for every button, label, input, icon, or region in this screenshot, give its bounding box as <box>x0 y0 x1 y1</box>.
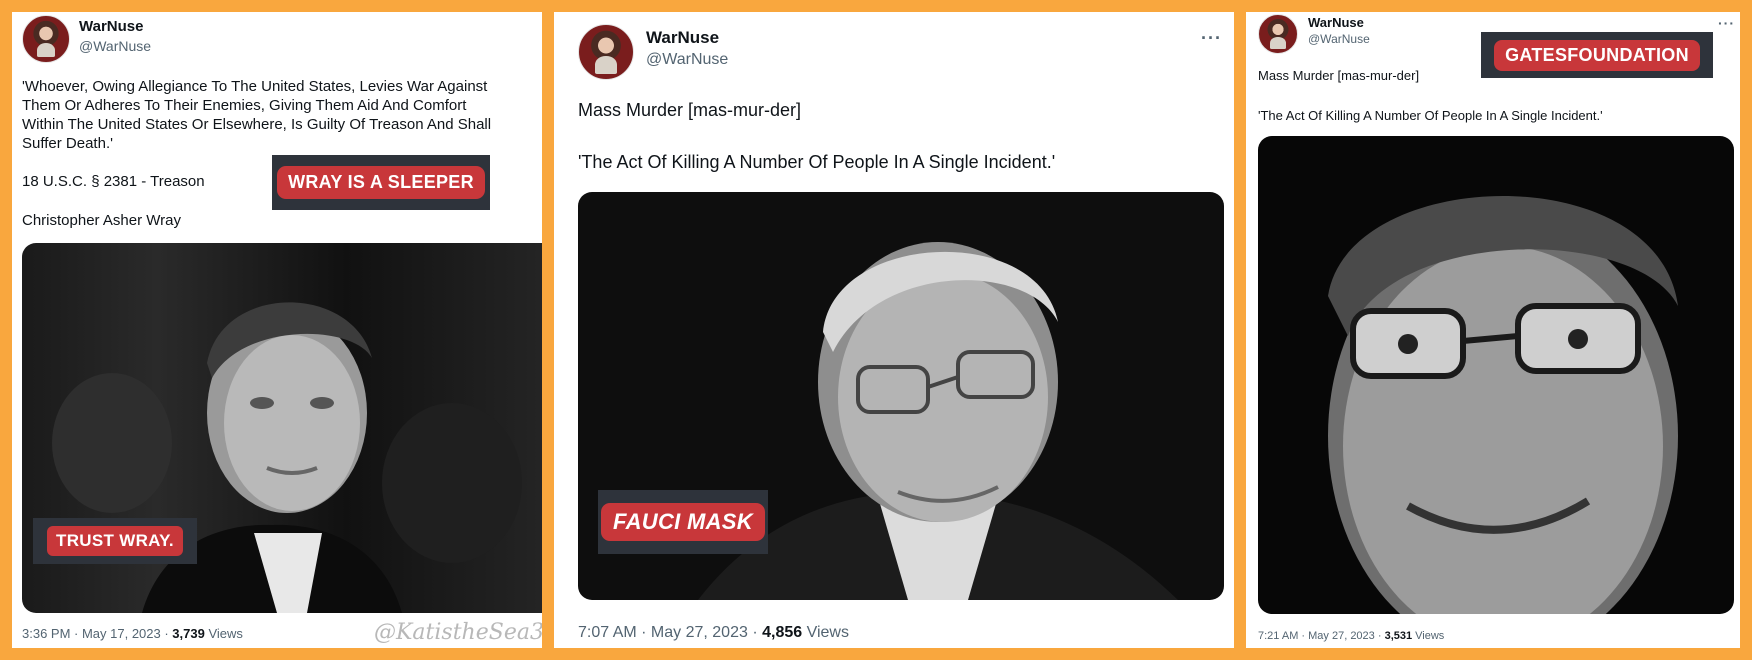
tweet-card-2: WarNuse @WarNuse ··· Mass Murder [mas-mu… <box>554 12 1234 648</box>
watermark: @KatistheSea3 <box>374 620 542 645</box>
timestamp-text: 7:21 AM · May 27, 2023 · <box>1258 630 1385 642</box>
overlay-label-top: WRAY IS A SLEEPER <box>272 155 490 210</box>
tweet-citation: 18 U.S.C. § 2381 - Treason <box>22 173 205 190</box>
more-options-icon[interactable]: ··· <box>1201 28 1222 49</box>
more-options-icon[interactable]: ··· <box>1718 15 1735 31</box>
tweet-title-line: Mass Murder [mas-mur-der] <box>578 100 802 120</box>
timestamp-text: 7:07 AM · May 27, 2023 · <box>578 624 763 641</box>
tweet-person-name: Christopher Asher Wray <box>22 212 181 229</box>
username[interactable]: @WarNuse <box>646 51 728 69</box>
tweet-card-1: WarNuse @WarNuse 'Whoever, Owing Allegia… <box>12 12 542 648</box>
tweet-photo[interactable] <box>1258 136 1734 614</box>
overlay-label-text: GATESFOUNDATION <box>1494 39 1700 71</box>
tweet-title-line: Mass Murder [mas-mur-der] <box>1258 68 1420 83</box>
tweet-definition-line: 'The Act Of Killing A Number Of People I… <box>578 152 1056 172</box>
overlay-label-bottom: TRUST WRAY. <box>33 518 197 564</box>
username[interactable]: @WarNuse <box>1308 32 1370 46</box>
display-name[interactable]: WarNuse <box>1308 15 1364 30</box>
tweet-card-3: WarNuse @WarNuse ··· GATESFOUNDATION Mas… <box>1246 12 1740 648</box>
display-name[interactable]: WarNuse <box>646 28 719 48</box>
tweet-timestamp[interactable]: 3:36 PM · May 17, 2023 · 3,739 Views <box>22 626 243 641</box>
tweet-timestamp[interactable]: 7:21 AM · May 27, 2023 · 3,531 Views <box>1258 630 1444 642</box>
overlay-label: FAUCI MASK <box>598 490 768 554</box>
overlay-label: GATESFOUNDATION <box>1481 32 1713 78</box>
avatar[interactable] <box>1258 14 1298 54</box>
tweet-timestamp[interactable]: 7:07 AM · May 27, 2023 · 4,856 Views <box>578 624 849 642</box>
tweet-definition-line: 'The Act Of Killing A Number Of People I… <box>1258 108 1603 123</box>
overlay-label-text: FAUCI MASK <box>601 503 765 541</box>
views-label: Views <box>802 624 849 641</box>
timestamp-text: 3:36 PM · May 17, 2023 · <box>22 626 173 641</box>
view-count: 3,531 <box>1384 630 1413 642</box>
display-name[interactable]: WarNuse <box>79 18 143 35</box>
overlay-label-top-text: WRAY IS A SLEEPER <box>277 166 485 199</box>
views-label: Views <box>1412 630 1445 642</box>
tweet-body: 'Whoever, Owing Allegiance To The United… <box>22 78 492 152</box>
view-count: 4,856 <box>762 624 803 641</box>
portrait-silhouette <box>1328 196 1678 614</box>
view-count: 3,739 <box>172 626 205 641</box>
views-label: Views <box>204 626 243 641</box>
overlay-label-bottom-text: TRUST WRAY. <box>47 526 183 556</box>
username[interactable]: @WarNuse <box>79 38 151 54</box>
avatar[interactable] <box>578 24 634 80</box>
avatar[interactable] <box>22 15 70 63</box>
